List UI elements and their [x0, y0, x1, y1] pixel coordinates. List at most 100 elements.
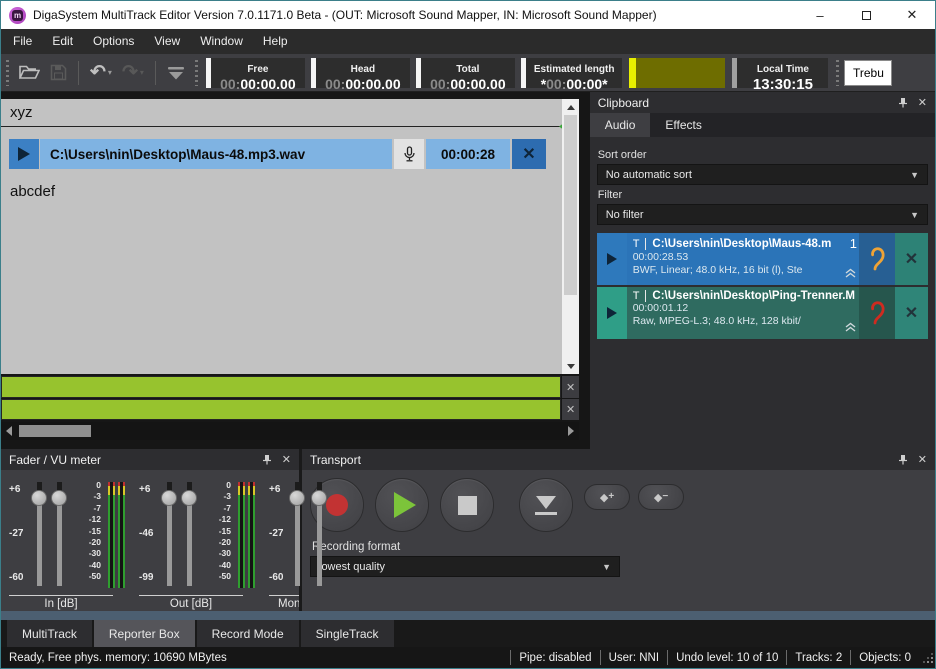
lane-close-button[interactable]: ✕ — [562, 399, 579, 420]
add-marker-button[interactable]: ◆+ — [584, 484, 630, 510]
track-lane[interactable] — [1, 399, 561, 420]
panel-title: Transport — [310, 453, 361, 467]
menu-view[interactable]: View — [144, 29, 190, 54]
play-icon — [394, 492, 416, 518]
fader-slider[interactable] — [51, 482, 67, 586]
menu-window[interactable]: Window — [190, 29, 253, 54]
chevron-double-up-icon[interactable] — [845, 265, 856, 283]
close-panel-icon[interactable]: ✕ — [918, 453, 927, 466]
toolbar-grip[interactable] — [6, 60, 9, 86]
item-play-button[interactable] — [597, 233, 627, 285]
slider-knob[interactable] — [181, 490, 197, 506]
item-remove-button[interactable]: ✕ — [895, 287, 928, 339]
fader-slider[interactable] — [31, 482, 47, 586]
tab-record-mode[interactable]: Record Mode — [197, 620, 299, 647]
prelisten-ear-icon[interactable] — [859, 287, 895, 339]
fader-slider[interactable] — [311, 482, 327, 586]
remove-marker-button[interactable]: ◆− — [638, 484, 684, 510]
app-logo-icon: m — [9, 7, 26, 24]
menu-file[interactable]: File — [3, 29, 42, 54]
scrollbar-thumb[interactable] — [19, 425, 91, 437]
track-lane-row: ✕ — [1, 376, 579, 398]
fader-slider[interactable] — [161, 482, 177, 586]
marker-dropdown-icon[interactable] — [167, 66, 185, 80]
menu-options[interactable]: Options — [83, 29, 144, 54]
menu-edit[interactable]: Edit — [42, 29, 83, 54]
status-objects: Objects: 0 — [850, 650, 919, 665]
track-note[interactable]: abcdef — [10, 183, 55, 200]
track-name[interactable]: xyz — [10, 104, 33, 121]
clip-remove-button[interactable]: ✕ — [512, 139, 546, 169]
recording-format-label: Recording format — [312, 541, 935, 553]
skip-to-end-button[interactable] — [519, 478, 573, 532]
scroll-right-icon[interactable] — [563, 426, 579, 436]
fader-group-out: +6 -46 -99 0 -3 -7 -12 -15 -20 -30 -40 -… — [139, 480, 257, 611]
stop-button[interactable] — [440, 478, 494, 532]
transport-panel-header: Transport ✕ — [302, 449, 935, 470]
fader-slider[interactable] — [181, 482, 197, 586]
item-play-button[interactable] — [597, 287, 627, 339]
pin-icon[interactable] — [898, 97, 908, 108]
close-button[interactable]: ✕ — [889, 1, 935, 29]
play-icon — [18, 147, 30, 161]
close-panel-icon[interactable]: ✕ — [282, 453, 291, 466]
editor-horizontal-scrollbar[interactable] — [1, 422, 579, 440]
tab-effects[interactable]: Effects — [650, 113, 716, 137]
scroll-up-icon[interactable] — [567, 99, 575, 115]
slider-knob[interactable] — [161, 490, 177, 506]
window-title: DigaSystem MultiTrack Editor Version 7.0… — [33, 8, 657, 22]
panel-title: Clipboard — [598, 96, 649, 110]
open-folder-icon[interactable] — [19, 64, 40, 81]
close-panel-icon[interactable]: ✕ — [918, 96, 927, 109]
recording-format-select[interactable]: lowest quality▼ — [310, 556, 620, 577]
microphone-button[interactable] — [394, 139, 424, 169]
chevron-double-up-icon[interactable] — [845, 319, 856, 337]
db-scale: 0 -3 -7 -12 -15 -20 -30 -40 -50 — [73, 480, 101, 583]
slider-knob[interactable] — [289, 490, 305, 506]
slider-knob[interactable] — [31, 490, 47, 506]
scroll-left-icon[interactable] — [1, 426, 17, 436]
transport-panel: Transport ✕ ◆+ ◆− Recording format low — [302, 449, 935, 611]
menu-bar: File Edit Options View Window Help — [1, 29, 935, 54]
editor-vertical-scrollbar[interactable] — [562, 99, 579, 374]
clipboard-item[interactable]: T C:\Users\nin\Desktop\Ping-Trenner.M 00… — [597, 287, 928, 339]
maximize-button[interactable] — [843, 1, 889, 29]
scroll-down-icon[interactable] — [567, 358, 575, 374]
vu-meter — [108, 482, 125, 588]
chevron-down-icon: ▼ — [602, 562, 611, 572]
slider-knob[interactable] — [311, 490, 327, 506]
sort-order-select[interactable]: No automatic sort▼ — [597, 164, 928, 185]
clip-file-path[interactable]: C:\Users\nin\Desktop\Maus-48.mp3.wav — [40, 139, 392, 169]
tab-singletrack[interactable]: SingleTrack — [301, 620, 394, 647]
save-icon — [50, 64, 67, 81]
toolbar-grip[interactable] — [195, 60, 198, 86]
slider-knob[interactable] — [51, 490, 67, 506]
pin-icon[interactable] — [898, 454, 908, 465]
tab-audio[interactable]: Audio — [590, 113, 651, 137]
item-remove-button[interactable]: ✕ — [895, 233, 928, 285]
prelisten-ear-icon[interactable] — [859, 233, 895, 285]
tab-reporter-box[interactable]: Reporter Box — [94, 620, 195, 647]
track-lane[interactable] — [1, 376, 561, 398]
minimize-button[interactable]: – — [797, 1, 843, 29]
resize-grip[interactable] — [921, 651, 935, 665]
clip-duration[interactable]: 00:00:28 — [426, 139, 510, 169]
font-button[interactable]: Trebu — [844, 60, 892, 86]
menu-help[interactable]: Help — [253, 29, 298, 54]
play-button[interactable] — [375, 478, 429, 532]
lane-close-button[interactable]: ✕ — [562, 376, 579, 398]
filter-select[interactable]: No filter▼ — [597, 204, 928, 225]
tab-multitrack[interactable]: MultiTrack — [7, 620, 92, 647]
status-tracks: Tracks: 2 — [786, 650, 850, 665]
multitrack-editor-area[interactable]: xyz C:\Users\nin\Desktop\Maus-48.mp3.wav… — [1, 99, 579, 374]
undo-dropdown-icon[interactable]: ▾ — [108, 68, 112, 77]
clipboard-item[interactable]: T C:\Users\nin\Desktop\Maus-48.m 1 00:00… — [597, 233, 928, 285]
status-undo-level: Undo level: 10 of 10 — [667, 650, 786, 665]
toolbar-grip[interactable] — [836, 60, 839, 86]
fader-slider[interactable] — [289, 482, 305, 586]
undo-icon[interactable]: ↶▾ — [90, 64, 112, 82]
scrollbar-thumb[interactable] — [564, 115, 577, 295]
pin-icon[interactable] — [262, 454, 272, 465]
clip-play-button[interactable] — [9, 139, 39, 169]
sort-order-label: Sort order — [598, 149, 927, 161]
